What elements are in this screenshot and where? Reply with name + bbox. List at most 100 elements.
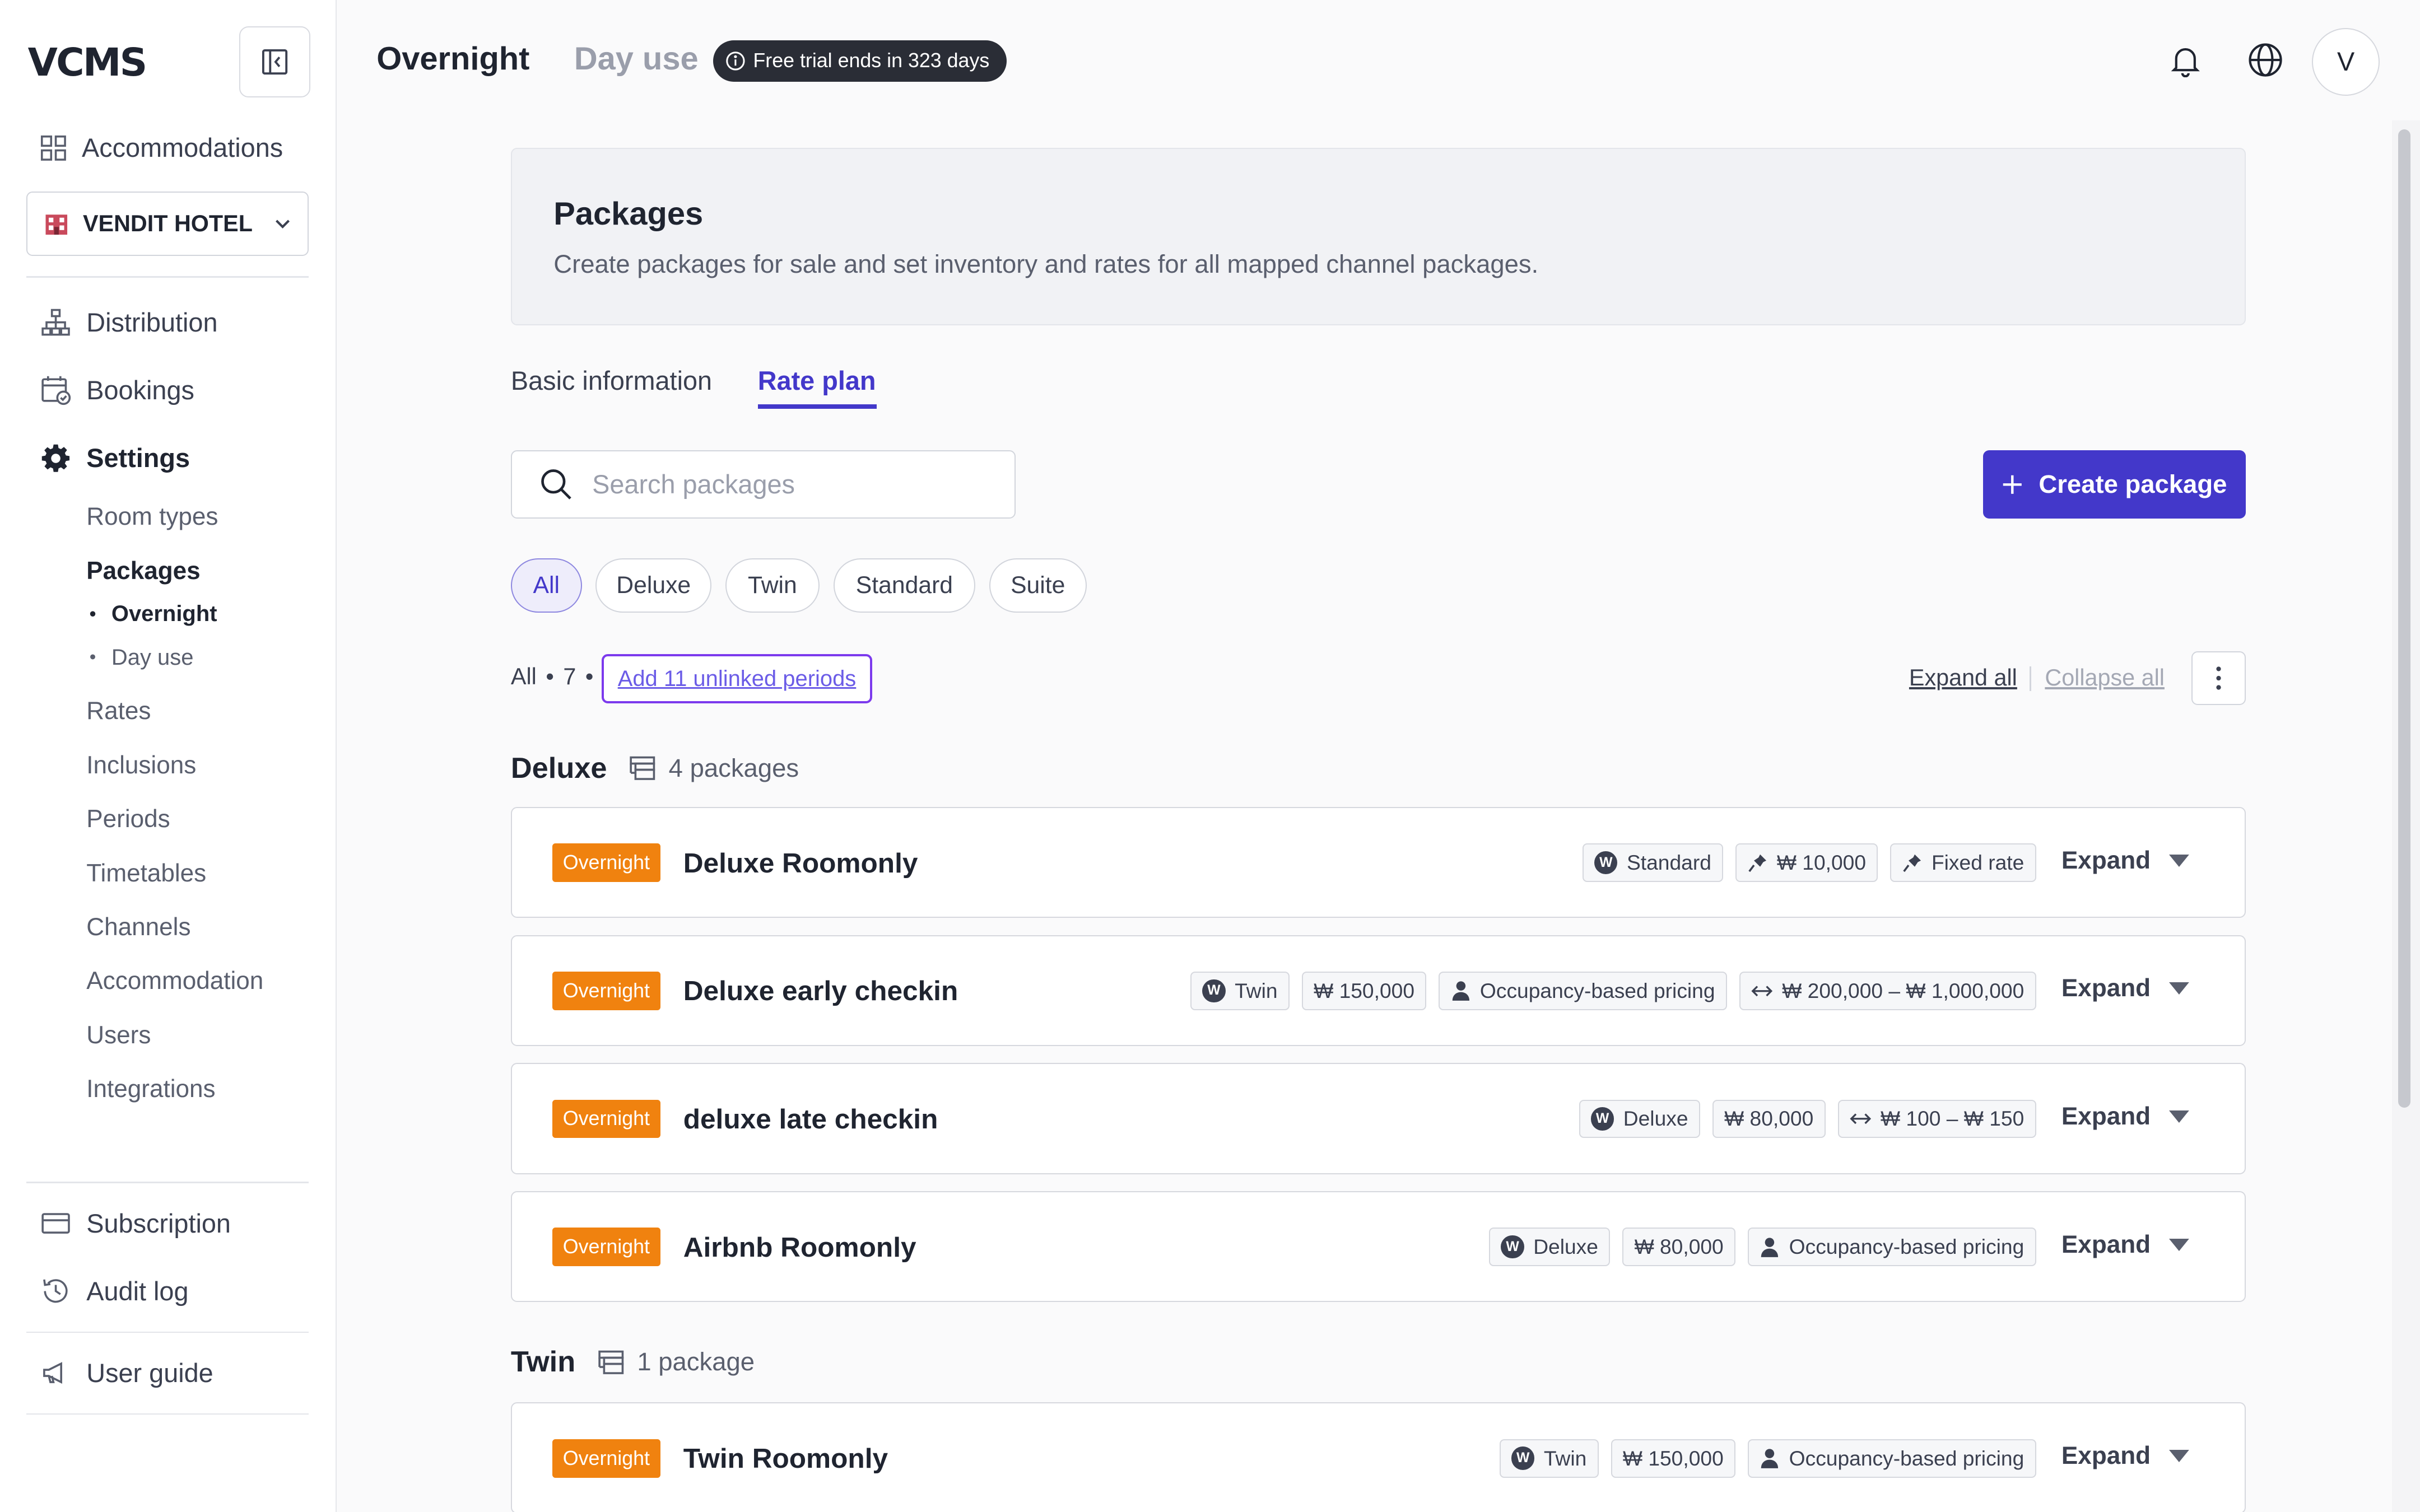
expand-button[interactable]: Expand (2061, 1103, 2189, 1131)
create-package-button[interactable]: Create package (1983, 450, 2246, 519)
separator-dot: • (585, 663, 594, 689)
search-input[interactable] (592, 469, 978, 500)
search-box[interactable] (510, 450, 1016, 519)
tab-day-use[interactable]: Day use (574, 40, 699, 77)
sidebar-subitem-timetables[interactable]: Timetables (86, 860, 206, 888)
expand-all-link[interactable]: Expand all (1909, 665, 2017, 691)
add-unlinked-periods-button[interactable]: Add 11 unlinked periods (602, 654, 872, 704)
tag-text: Occupancy-based pricing (1479, 978, 1715, 1002)
expand-button[interactable]: Expand (2061, 974, 2189, 1002)
divider (26, 276, 309, 278)
package-row[interactable]: Overnight Deluxe early checkin W Twin ₩ 1… (510, 935, 2246, 1046)
person-icon (1761, 1449, 1779, 1468)
group-name: Deluxe (510, 752, 607, 785)
sidebar-subitem-label: Day use (111, 645, 194, 670)
expand-button[interactable]: Expand (2061, 1442, 2189, 1470)
hotel-select[interactable]: VENDIT HOTEL (26, 191, 309, 256)
package-row[interactable]: Overnight Deluxe Roomonly W Standard ₩ 10… (510, 806, 2246, 918)
group-header-twin: Twin 1 package (511, 1345, 755, 1379)
search-icon (541, 469, 572, 500)
filter-chip-twin[interactable]: Twin (725, 558, 820, 613)
vcms-logo[interactable]: VCMS (28, 40, 148, 85)
caret-down-icon (2169, 982, 2189, 995)
package-row[interactable]: Overnight deluxe late checkin W Deluxe ₩ … (510, 1063, 2246, 1174)
pricing-type-tag: Occupancy-based pricing (1439, 971, 1727, 1010)
sidebar-subitem-room-types[interactable]: Room types (86, 503, 218, 531)
divider (26, 1182, 309, 1184)
sidebar-subitem-day-use[interactable]: • Day use (90, 645, 194, 670)
collapse-all-link[interactable]: Collapse all (2045, 665, 2165, 691)
sidebar-item-label: Subscription (86, 1208, 231, 1238)
sidebar-subitem-integrations[interactable]: Integrations (86, 1075, 215, 1103)
package-stack-icon (598, 1350, 623, 1374)
tab-overnight[interactable]: Overnight (376, 40, 529, 77)
info-icon (726, 52, 745, 71)
sidebar-item-audit-log[interactable]: Audit log (40, 1276, 189, 1306)
tag-text: Occupancy-based pricing (1789, 1235, 2025, 1259)
sidebar-subitem-accommodation[interactable]: Accommodation (86, 967, 263, 995)
trial-badge: Free trial ends in 323 days (713, 40, 1007, 82)
sidebar-item-label: Audit log (86, 1276, 189, 1306)
caret-down-icon (2169, 1238, 2189, 1251)
page-title: Packages (553, 196, 704, 232)
package-count: All • 7 • (511, 664, 593, 690)
chevron-down-icon (276, 220, 290, 228)
active-tab-indicator (757, 404, 877, 409)
sidebar-subitem-overnight[interactable]: • Overnight (90, 601, 217, 627)
sidebar-item-accommodations[interactable]: Accommodations (40, 133, 283, 163)
package-name: Twin Roomonly (683, 1443, 888, 1474)
room-type-tag: W Twin (1190, 971, 1290, 1010)
more-options-button[interactable] (2191, 651, 2246, 706)
language-button[interactable] (2246, 40, 2286, 81)
group-name: Twin (510, 1346, 576, 1379)
package-row[interactable]: Overnight Airbnb Roomonly W Deluxe ₩ 80,0… (510, 1191, 2246, 1303)
room-type-icon: W (1594, 851, 1618, 875)
notifications-button[interactable] (2165, 40, 2205, 81)
tag-text: Twin (1235, 978, 1278, 1002)
group-count: 4 packages (629, 754, 799, 783)
tab-basic-information[interactable]: Basic information (511, 366, 712, 396)
expand-button[interactable]: Expand (2061, 847, 2189, 875)
package-tags: W Deluxe ₩ 80,000 ₩ 100 – ₩ 150 (1579, 1099, 2036, 1138)
sidebar-item-settings[interactable]: Settings (40, 443, 190, 474)
sidebar-item-distribution[interactable]: Distribution (40, 307, 218, 338)
price-range-tag: ₩ 100 – ₩ 150 (1837, 1099, 2036, 1138)
sidebar-subitem-rates[interactable]: Rates (86, 697, 151, 725)
separator-dot: • (546, 663, 554, 689)
avatar[interactable]: V (2311, 27, 2380, 96)
sidebar-subitem-users[interactable]: Users (86, 1021, 151, 1049)
sidebar-subitem-periods[interactable]: Periods (86, 805, 170, 833)
sidebar-item-subscription[interactable]: Subscription (40, 1208, 231, 1239)
package-row[interactable]: Overnight Twin Roomonly W Twin ₩ 150,000 … (510, 1402, 2246, 1512)
filter-chip-standard[interactable]: Standard (833, 558, 976, 613)
sidebar-item-label: User guide (86, 1358, 213, 1388)
sidebar-subitem-inclusions[interactable]: Inclusions (86, 752, 196, 780)
filter-chip-suite[interactable]: Suite (989, 558, 1087, 613)
price-tag: ₩ 150,000 (1301, 971, 1427, 1010)
group-count-text: 1 package (637, 1347, 755, 1376)
tab-rate-plan[interactable]: Rate plan (758, 366, 876, 396)
person-icon (1761, 1238, 1779, 1257)
pricing-type-tag: Fixed rate (1890, 843, 2036, 883)
sidebar-collapse-button[interactable] (239, 26, 310, 97)
sidebar-item-bookings[interactable]: Bookings (40, 375, 194, 405)
tag-text: ₩ 150,000 (1622, 1446, 1724, 1470)
sidebar-subitem-channels[interactable]: Channels (86, 913, 190, 941)
tag-text: Occupancy-based pricing (1789, 1446, 2025, 1470)
globe-icon (2249, 43, 2282, 77)
create-package-label: Create package (2039, 470, 2227, 499)
scrollbar-thumb[interactable] (2398, 129, 2411, 1108)
page-header-card: Packages Create packages for sale and se… (510, 148, 2246, 326)
filter-chip-deluxe[interactable]: Deluxe (595, 558, 712, 613)
expand-button[interactable]: Expand (2061, 1231, 2189, 1259)
package-tags: W Deluxe ₩ 80,000 Occupancy-based pricing (1489, 1228, 2036, 1267)
sidebar-item-user-guide[interactable]: User guide (40, 1357, 213, 1388)
bullet: • (89, 603, 96, 624)
expand-label: Expand (2061, 974, 2151, 1002)
group-count: 1 package (597, 1347, 755, 1376)
panel-collapse-icon (262, 49, 287, 74)
hotel-icon (45, 214, 68, 235)
filter-chip-all[interactable]: All (510, 558, 582, 613)
divider (26, 1413, 309, 1415)
sidebar-subitem-packages[interactable]: Packages (86, 557, 200, 585)
